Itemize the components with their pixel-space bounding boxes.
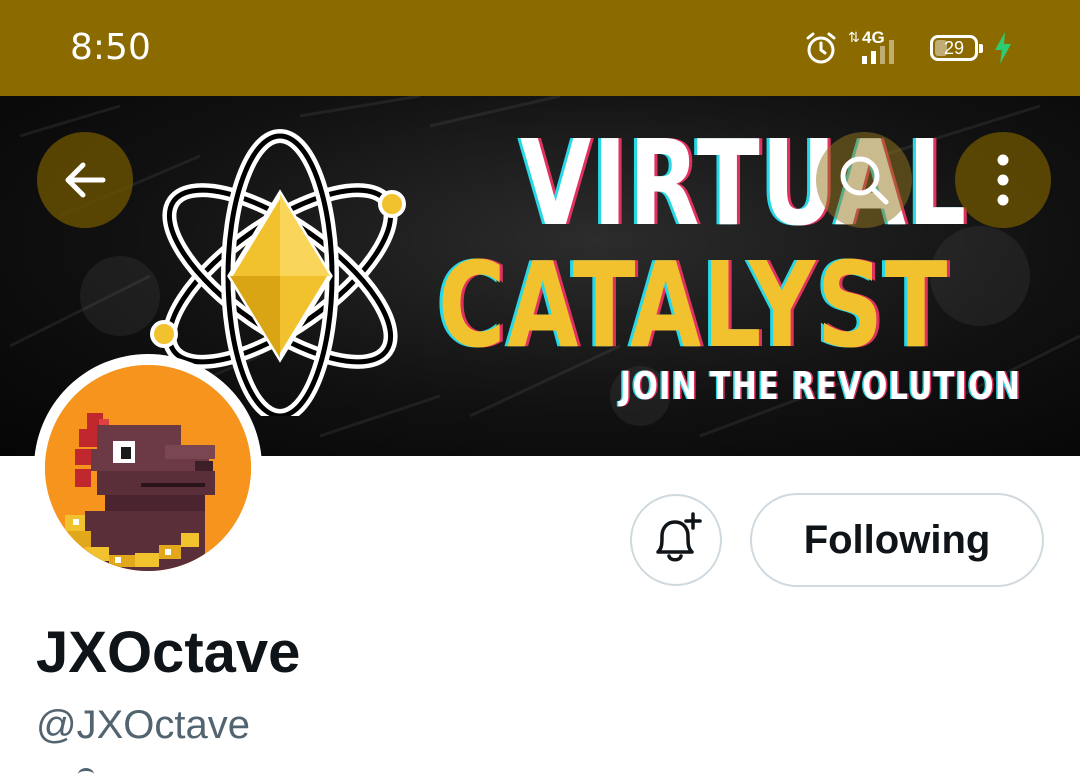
more-options-button[interactable] (955, 132, 1051, 228)
back-button[interactable] (37, 132, 133, 228)
status-icons: ⇅ 4G 29 (804, 28, 1014, 66)
data-arrows-icon: ⇅ (848, 29, 860, 45)
arrow-left-icon (65, 162, 106, 198)
battery-level: 29 (943, 38, 965, 58)
avatar-image (45, 365, 251, 571)
banner-tagline: JOIN THE REVOLUTION (620, 364, 1022, 408)
bell-plus-icon (656, 512, 702, 562)
more-vertical-icon (997, 154, 1009, 206)
pixel-dino-avatar (45, 365, 251, 571)
following-button[interactable]: Following (750, 493, 1044, 587)
signal-icon (862, 40, 894, 64)
status-time: 8:50 (70, 27, 151, 68)
search-button[interactable] (816, 132, 912, 228)
banner-title-line2: CATALYST (438, 236, 950, 374)
search-icon (840, 156, 889, 205)
alarm-icon (806, 32, 836, 64)
cut-off-icon (78, 768, 94, 781)
notifications-button[interactable] (630, 494, 722, 586)
network-4g-icon: ⇅ 4G (848, 28, 908, 66)
battery-icon: 29 (930, 35, 983, 61)
profile-handle: @JXOctave (36, 703, 251, 747)
profile-display-name: JXOctave (36, 620, 301, 685)
status-bar: 8:50 ⇅ 4G 29 (0, 0, 1080, 96)
avatar[interactable] (34, 354, 262, 582)
charging-bolt-icon (995, 32, 1011, 64)
